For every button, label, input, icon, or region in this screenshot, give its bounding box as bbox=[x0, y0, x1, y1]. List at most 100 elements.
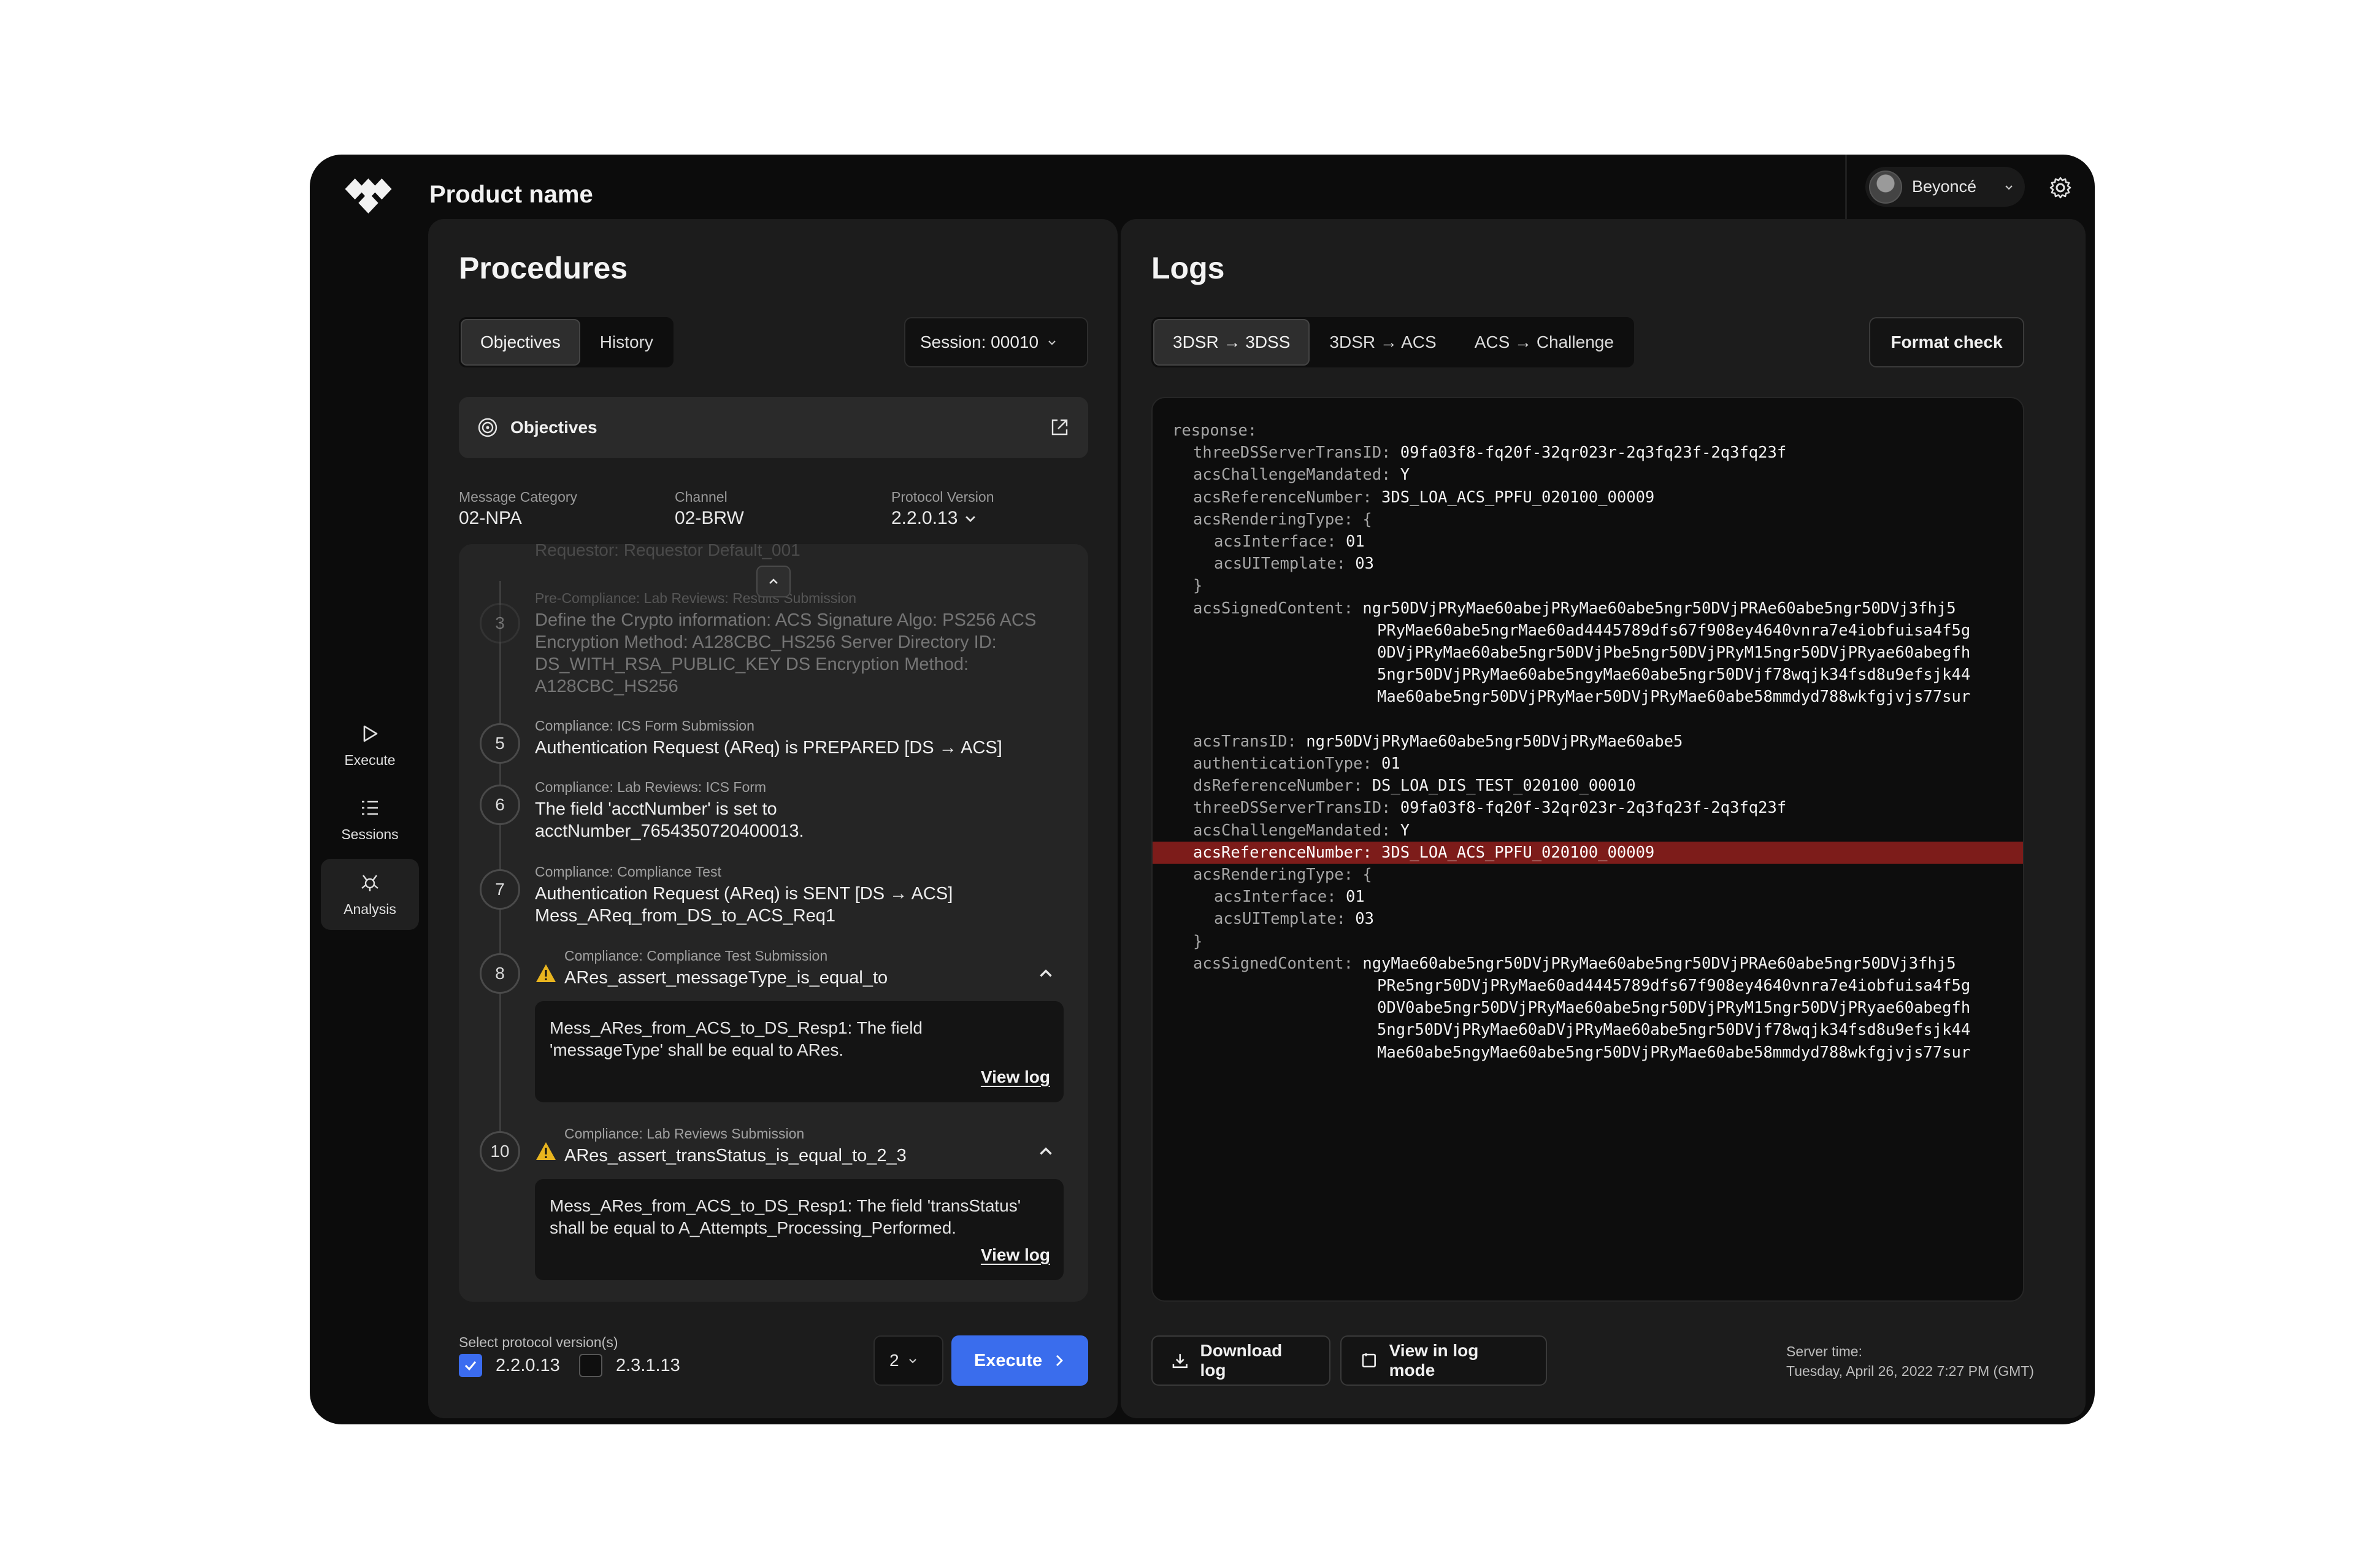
log-key: } bbox=[1193, 577, 1203, 596]
log-key: dsReferenceNumber: bbox=[1193, 777, 1363, 796]
step-text-line: Define the Crypto information: ACS Signa… bbox=[535, 610, 1037, 630]
log-value: ngyMae60abe5ngr50DVjPRyMae60abe5ngr50DVj… bbox=[1353, 954, 1956, 973]
log-key: acsReferenceNumber: bbox=[1193, 488, 1372, 507]
session-select[interactable]: Session: 00010 bbox=[904, 317, 1088, 367]
sidebar-item-label: Sessions bbox=[341, 826, 399, 842]
procedures-panel: Procedures Objectives History Session: 0… bbox=[428, 219, 1118, 1418]
tab-objectives[interactable]: Objectives bbox=[461, 319, 580, 366]
tab-3dsr-acs[interactable]: 3DSR → ACS bbox=[1311, 319, 1454, 366]
log-value: Mae60abe5ngr50DVjPRyMaer50DVjPRyMae60abe… bbox=[1377, 688, 1971, 707]
log-line: acsReferenceNumber: 3DS_LOA_ACS_PPFU_020… bbox=[1153, 486, 2023, 509]
protocol-version[interactable]: Protocol Version 2.2.0.13 bbox=[891, 488, 994, 531]
gear-icon[interactable] bbox=[2046, 173, 2075, 202]
protocol-select-label: Select protocol version(s) bbox=[459, 1334, 618, 1350]
tab-history[interactable]: History bbox=[582, 319, 672, 366]
count-select[interactable]: 2 bbox=[873, 1335, 943, 1386]
step-text: Define the Crypto information: ACS Signa… bbox=[535, 609, 1062, 697]
step-number: 6 bbox=[480, 785, 520, 825]
sidebar-item-label: Analysis bbox=[344, 901, 396, 917]
protocol-option-label: 2.2.0.13 bbox=[496, 1355, 560, 1375]
objectives-card[interactable]: Objectives bbox=[459, 397, 1088, 458]
log-line: Mae60abe5ngyMae60abe5ngr50DVjPRyMae60abe… bbox=[1153, 1042, 2023, 1064]
log-line-highlighted: acsReferenceNumber: 3DS_LOA_ACS_PPFU_020… bbox=[1153, 841, 2023, 864]
log-key: acsInterface: bbox=[1214, 888, 1337, 907]
objectives-card-title: Objectives bbox=[510, 418, 597, 437]
external-link-icon[interactable] bbox=[1049, 417, 1070, 438]
step-category: Compliance: Compliance Test Submission bbox=[564, 948, 828, 964]
log-viewer[interactable]: response: threeDSServerTransID: 09fa03f8-… bbox=[1151, 397, 2024, 1302]
step-category: Compliance: Lab Reviews: ICS Form bbox=[535, 779, 767, 795]
sidebar-item-analysis[interactable]: Analysis bbox=[321, 859, 419, 930]
view-log-link[interactable]: View log bbox=[981, 1245, 1050, 1265]
log-key: acsChallengeMandated: bbox=[1193, 821, 1391, 840]
view-log-mode-button[interactable]: View in log mode bbox=[1340, 1335, 1547, 1386]
protocol-option-checkbox[interactable]: 2.2.0.13 bbox=[459, 1354, 560, 1377]
step-number: 8 bbox=[480, 953, 520, 994]
log-line: acsInterface: 01 bbox=[1153, 531, 2023, 553]
log-line: threeDSServerTransID: 09fa03f8-fq20f-32q… bbox=[1153, 797, 2023, 819]
step-text: The field 'acctNumber' is set to acctNum… bbox=[535, 798, 1062, 842]
server-time: Tuesday, April 26, 2022 7:27 PM (GMT) bbox=[1786, 1363, 2034, 1379]
download-log-button[interactable]: Download log bbox=[1151, 1335, 1330, 1386]
log-value: 0DV0abe5ngr50DVjPRyMae60abe5ngr50DVjPRyM… bbox=[1377, 999, 1971, 1018]
steps-list: Requestor: Requestor Default_001 3 Pre-C… bbox=[459, 544, 1088, 1302]
step-category: Compliance: Compliance Test bbox=[535, 864, 721, 880]
step-category: Compliance: Lab Reviews Submission bbox=[564, 1126, 805, 1142]
logs-panel: Logs 3DSR → 3DSS 3DSR → ACS ACS → Challe… bbox=[1121, 219, 2086, 1418]
checkbox[interactable] bbox=[459, 1354, 482, 1377]
chevron-up-icon[interactable] bbox=[1035, 1141, 1056, 1162]
tab-3dsr-3dss[interactable]: 3DSR → 3DSS bbox=[1153, 319, 1310, 366]
log-value: Y bbox=[1391, 821, 1410, 840]
step-number: 10 bbox=[480, 1131, 520, 1172]
collapse-button[interactable] bbox=[756, 566, 791, 597]
log-line: acsRenderingType: { bbox=[1153, 509, 2023, 531]
execute-button[interactable]: Execute bbox=[951, 1335, 1088, 1386]
log-line: response: bbox=[1153, 420, 2023, 442]
execute-label: Execute bbox=[973, 1350, 1043, 1370]
step-detail: Mess_ARes_from_ACS_to_DS_Resp1: The fiel… bbox=[535, 1001, 1064, 1102]
play-icon bbox=[363, 725, 378, 742]
list-item[interactable]: 10 Compliance: Lab Reviews Submission AR… bbox=[459, 1124, 1088, 1296]
detail-text-line: Mess_ARes_from_ACS_to_DS_Resp1: The fiel… bbox=[550, 1196, 1021, 1215]
protocol-version-dropdown[interactable]: 2.2.0.13 bbox=[891, 506, 994, 531]
log-value: 3DS_LOA_ACS_PPFU_020100_00009 bbox=[1372, 843, 1655, 862]
log-key: acsSignedContent: bbox=[1193, 954, 1353, 973]
logs-title: Logs bbox=[1151, 251, 1225, 285]
log-mode-icon bbox=[1362, 1353, 1376, 1368]
detail-text-line: Mess_ARes_from_ACS_to_DS_Resp1: The fiel… bbox=[550, 1018, 923, 1037]
warning-icon bbox=[536, 964, 556, 982]
log-key: acsTransID: bbox=[1193, 732, 1297, 751]
log-key: acsRenderingType: { bbox=[1193, 510, 1372, 529]
view-log-link[interactable]: View log bbox=[981, 1067, 1050, 1087]
log-value: 01 bbox=[1372, 755, 1400, 773]
sidebar-item-execute[interactable]: Execute bbox=[321, 710, 419, 781]
logo-icon bbox=[345, 179, 392, 213]
server-time-label: Server time: bbox=[1786, 1343, 1862, 1359]
step-text-line: The field 'acctNumber' is set to bbox=[535, 799, 777, 819]
chevron-up-icon[interactable] bbox=[1035, 963, 1056, 984]
user-menu[interactable]: Beyoncé bbox=[1865, 167, 2025, 207]
sidebar-item-sessions[interactable]: Sessions bbox=[321, 784, 419, 855]
log-value: ngr50DVjPRyMae60abejPRyMae60abe5ngr50DVj… bbox=[1353, 599, 1956, 618]
format-check-button[interactable]: Format check bbox=[1869, 317, 2024, 367]
tab-acs-challenge[interactable]: ACS → Challenge bbox=[1456, 319, 1632, 366]
log-key: acsUITemplate: bbox=[1214, 555, 1346, 574]
chevron-down-icon bbox=[2005, 185, 2013, 190]
log-value: Mae60abe5ngyMae60abe5ngr50DVjPRyMae60abe… bbox=[1377, 1043, 1971, 1062]
checkbox[interactable] bbox=[579, 1354, 602, 1377]
log-key: acsSignedContent: bbox=[1193, 599, 1353, 618]
log-value: Y bbox=[1391, 466, 1410, 485]
target-icon bbox=[478, 418, 497, 437]
protocol-version-value: 2.2.0.13 bbox=[891, 508, 958, 528]
log-line: threeDSServerTransID: 09fa03f8-fq20f-32q… bbox=[1153, 442, 2023, 464]
log-value: 03 bbox=[1345, 910, 1374, 929]
step-detail-text: Mess_ARes_from_ACS_to_DS_Resp1: The fiel… bbox=[550, 1017, 1028, 1061]
log-value: 0DVjPRyMae60abe5ngr50DVjPbe5ngr50DVjPRyM… bbox=[1377, 643, 1971, 662]
log-value: 09fa03f8-fq20f-32qr023r-2q3fq23f-2q3fq23… bbox=[1391, 799, 1787, 818]
step-text: Authentication Request (AReq) is PREPARE… bbox=[535, 738, 1002, 758]
log-line: Mae60abe5ngr50DVjPRyMaer50DVjPRyMae60abe… bbox=[1153, 686, 2023, 708]
protocol-option-checkbox[interactable]: 2.3.1.13 bbox=[579, 1354, 680, 1377]
user-name: Beyoncé bbox=[1912, 177, 1977, 196]
list-item[interactable]: 8 Compliance: Compliance Test Submission… bbox=[459, 946, 1088, 1118]
